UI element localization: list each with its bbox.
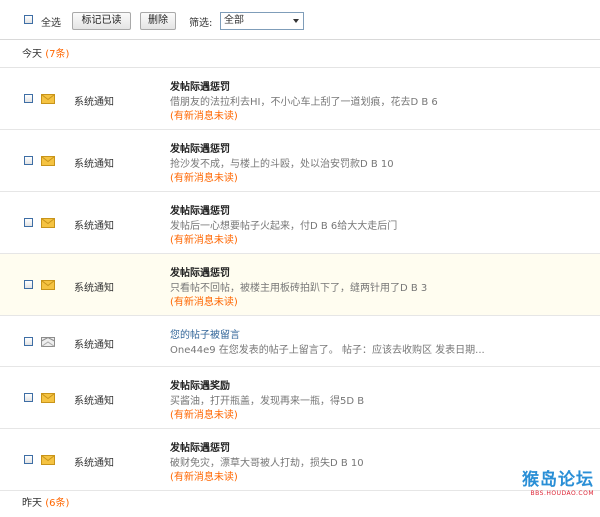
message-row[interactable]: 系统通知 发帖际遇惩罚 发帖后一心想要帖子火起来，付D B 6给大大走后门 (有… (0, 192, 600, 254)
message-row[interactable]: 系统通知 您的帖子被留言 One44e9 在您发表的帖子上留言了。 帖子：应该去… (0, 316, 600, 367)
watermark-url: BBS.HOUDAO.COM (530, 490, 594, 497)
mail-unread-icon (41, 455, 55, 465)
unread-notice: (有新消息未读) (170, 410, 238, 421)
message-title[interactable]: 发帖际遇惩罚 (170, 78, 230, 93)
watermark-logo-text: 猴岛论坛 (522, 470, 594, 490)
select-all-checkbox[interactable] (24, 15, 33, 24)
message-title[interactable]: 发帖际遇惩罚 (170, 202, 230, 217)
filter-label: 筛选: (189, 18, 213, 29)
message-title[interactable]: 发帖际遇惩罚 (170, 264, 230, 279)
message-row[interactable]: 系统通知 发帖际遇奖励 买酱油，打开瓶盖，发现再来一瓶，得5D B (有新消息未… (0, 367, 600, 429)
message-row[interactable]: 系统通知 发帖际遇惩罚 抢沙发不成，与楼上的斗殴，处以治安罚款D B 10 (有… (0, 130, 600, 192)
message-body: One44e9 在您发表的帖子上留言了。 帖子：应该去收购区 发表日期... (170, 345, 485, 356)
mail-unread-icon (41, 94, 55, 104)
message-title[interactable]: 您的帖子被留言 (170, 326, 240, 341)
mail-unread-icon (41, 156, 55, 166)
select-all-label[interactable]: 全选 (41, 14, 61, 29)
message-sender: 系统通知 (74, 221, 114, 232)
section-today-count: (7条) (45, 49, 70, 60)
message-body: 抢沙发不成，与楼上的斗殴，处以治安罚款D B 10 (170, 159, 394, 170)
unread-notice: (有新消息未读) (170, 297, 238, 308)
section-today-label: 今天 (22, 49, 42, 60)
message-sender: 系统通知 (74, 396, 114, 407)
mail-unread-icon (41, 218, 55, 228)
message-title[interactable]: 发帖际遇惩罚 (170, 439, 230, 454)
message-sender: 系统通知 (74, 97, 114, 108)
mark-read-button[interactable]: 标记已读 (72, 12, 131, 30)
message-body: 买酱油，打开瓶盖，发现再来一瓶，得5D B (170, 396, 365, 407)
message-sender: 系统通知 (74, 340, 114, 351)
message-checkbox[interactable] (24, 455, 33, 464)
unread-notice: (有新消息未读) (170, 173, 238, 184)
message-checkbox[interactable] (24, 156, 33, 165)
message-row[interactable]: 系统通知 发帖际遇惩罚 只看帖不回帖，被楼主用板砖拍趴下了，缝两针用了D B 3… (0, 254, 600, 316)
unread-notice: (有新消息未读) (170, 472, 238, 483)
message-body: 破财免灾，漂草大哥被人打劫，损失D B 10 (170, 458, 364, 469)
section-yesterday-label: 昨天 (22, 498, 42, 509)
message-checkbox[interactable] (24, 280, 33, 289)
message-title[interactable]: 发帖际遇奖励 (170, 377, 230, 392)
message-title[interactable]: 发帖际遇惩罚 (170, 140, 230, 155)
message-sender: 系统通知 (74, 283, 114, 294)
message-sender: 系统通知 (74, 159, 114, 170)
message-row[interactable]: 系统通知 发帖际遇惩罚 借朋友的法拉利去HI，不小心车上刮了一道划痕，花去D B… (0, 68, 600, 130)
message-checkbox[interactable] (24, 218, 33, 227)
unread-notice: (有新消息未读) (170, 111, 238, 122)
message-body: 借朋友的法拉利去HI，不小心车上刮了一道划痕，花去D B 6 (170, 97, 438, 108)
chevron-down-icon (293, 19, 299, 23)
mail-read-icon (41, 337, 55, 347)
message-checkbox[interactable] (24, 393, 33, 402)
message-toolbar: 全选 标记已读 删除 筛选: 全部 (0, 0, 600, 40)
mail-unread-icon (41, 280, 55, 290)
message-checkbox[interactable] (24, 94, 33, 103)
section-yesterday-count: (6条) (45, 498, 70, 509)
delete-button[interactable]: 删除 (140, 12, 176, 30)
mail-unread-icon (41, 393, 55, 403)
section-header-today: 今天 (7条) (0, 41, 600, 68)
unread-notice: (有新消息未读) (170, 235, 238, 246)
message-sender: 系统通知 (74, 458, 114, 469)
site-watermark: 猴岛论坛 BBS.HOUDAO.COM (494, 465, 594, 499)
filter-select[interactable]: 全部 (220, 12, 304, 30)
message-body: 发帖后一心想要帖子火起来，付D B 6给大大走后门 (170, 221, 398, 232)
message-checkbox[interactable] (24, 337, 33, 346)
filter-selected-value: 全部 (224, 15, 244, 26)
message-body: 只看帖不回帖，被楼主用板砖拍趴下了，缝两针用了D B 3 (170, 283, 428, 294)
